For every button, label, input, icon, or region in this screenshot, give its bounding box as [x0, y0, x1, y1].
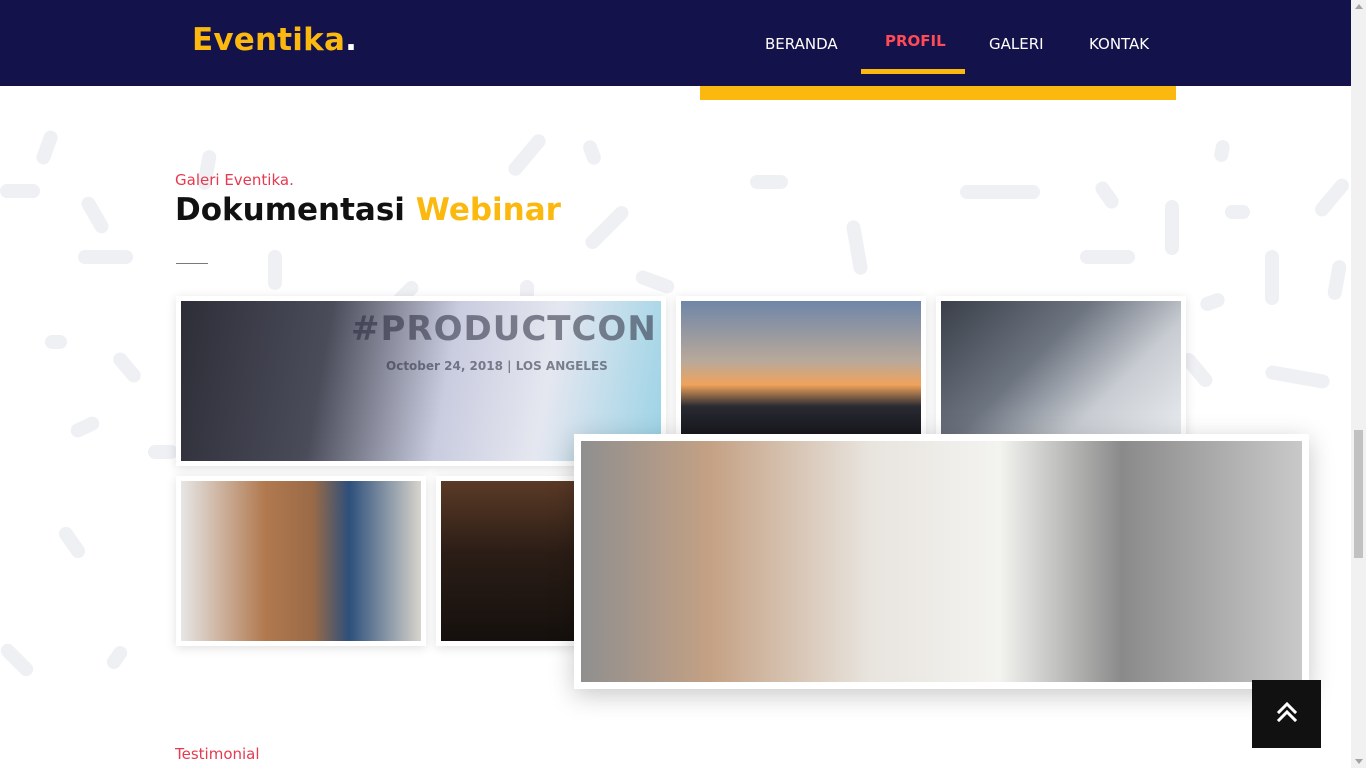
photo-caption: #PRODUCTCON: [351, 309, 657, 349]
photo-headphones-sunset: [681, 301, 921, 436]
page-scrollbar[interactable]: [1351, 0, 1366, 768]
gallery-title-prefix: Dokumentasi: [175, 192, 405, 228]
back-to-top-button[interactable]: [1252, 680, 1321, 748]
double-chevron-up-icon: [1275, 701, 1299, 728]
testimonial-eyebrow: Testimonial: [175, 745, 260, 763]
nav-item-galeri[interactable]: GALERI: [989, 35, 1044, 53]
gallery-eyebrow: Galeri Eventika.: [175, 171, 294, 189]
photo-podcast-recording: [181, 481, 421, 641]
photo-man-laptop: [941, 301, 1181, 436]
title-divider: [176, 263, 208, 264]
gallery-photo-laptop[interactable]: [936, 296, 1186, 441]
accent-bar: [700, 86, 1176, 100]
brand-name: Eventika: [192, 22, 346, 58]
nav-item-profil[interactable]: PROFIL: [885, 32, 946, 50]
nav-item-kontak[interactable]: KONTAK: [1089, 35, 1149, 53]
brand-logo[interactable]: Eventika.: [192, 22, 357, 58]
gallery-photo-sunset[interactable]: [676, 296, 926, 441]
gallery-title-highlight: Webinar: [415, 192, 561, 228]
photo-subcaption: October 24, 2018 | LOS ANGELES: [386, 359, 608, 373]
brand-dot: .: [345, 22, 358, 58]
scroll-up-arrow-icon[interactable]: [1355, 4, 1363, 9]
gallery-photo-podcast[interactable]: [176, 476, 426, 646]
scrollbar-thumb[interactable]: [1354, 430, 1363, 558]
gallery-title: Dokumentasi Webinar: [175, 192, 561, 228]
gallery-photo-enlarged[interactable]: [574, 434, 1309, 689]
active-nav-indicator: [861, 69, 965, 74]
navbar: Eventika. BERANDA PROFIL GALERI KONTAK: [0, 0, 1351, 86]
nav-item-beranda[interactable]: BERANDA: [765, 35, 838, 53]
scroll-down-arrow-icon[interactable]: [1355, 759, 1363, 764]
photo-whiteboard-meeting: [581, 441, 1302, 682]
